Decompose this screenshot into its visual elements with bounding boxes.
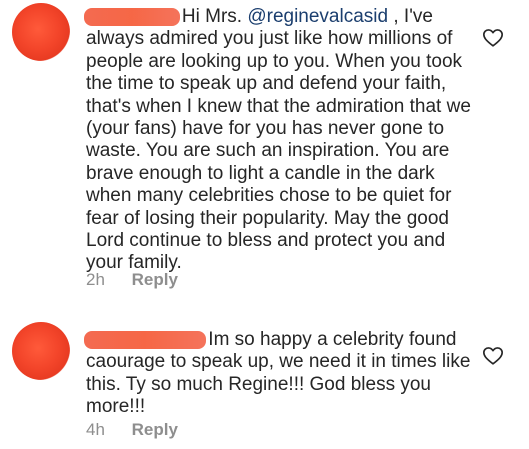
avatar[interactable] bbox=[12, 3, 70, 61]
comment-username[interactable]: chubbyourfew bbox=[84, 329, 207, 351]
comment-meta: 4h Reply bbox=[86, 420, 178, 440]
reply-button[interactable]: Reply bbox=[132, 420, 178, 439]
avatar[interactable] bbox=[12, 322, 70, 380]
comment-body: oriocdpessHi Mrs. @reginevalcasid , I've… bbox=[84, 6, 476, 275]
heart-outline-icon[interactable] bbox=[482, 345, 504, 367]
comment-body: chubbyourfewIm so happy a celebrity foun… bbox=[84, 329, 476, 419]
comment-timestamp: 4h bbox=[86, 420, 105, 439]
comment-item: chubbyourfewIm so happy a celebrity foun… bbox=[0, 300, 529, 449]
redaction-mark bbox=[84, 331, 207, 350]
comment-timestamp: 2h bbox=[86, 270, 105, 289]
mention-link[interactable]: @reginevalcasid bbox=[247, 6, 388, 27]
comment-meta: 2h Reply bbox=[86, 270, 178, 290]
heart-outline-icon[interactable] bbox=[482, 27, 504, 49]
comment-text: Hi Mrs. bbox=[181, 6, 248, 27]
comment-text: , I've always admired you just like how … bbox=[86, 6, 471, 274]
comment-item: oriocdpessHi Mrs. @reginevalcasid , I've… bbox=[0, 0, 529, 300]
reply-button[interactable]: Reply bbox=[132, 270, 178, 289]
comment-username[interactable]: oriocdpess bbox=[84, 6, 180, 28]
redaction-mark bbox=[84, 8, 180, 27]
